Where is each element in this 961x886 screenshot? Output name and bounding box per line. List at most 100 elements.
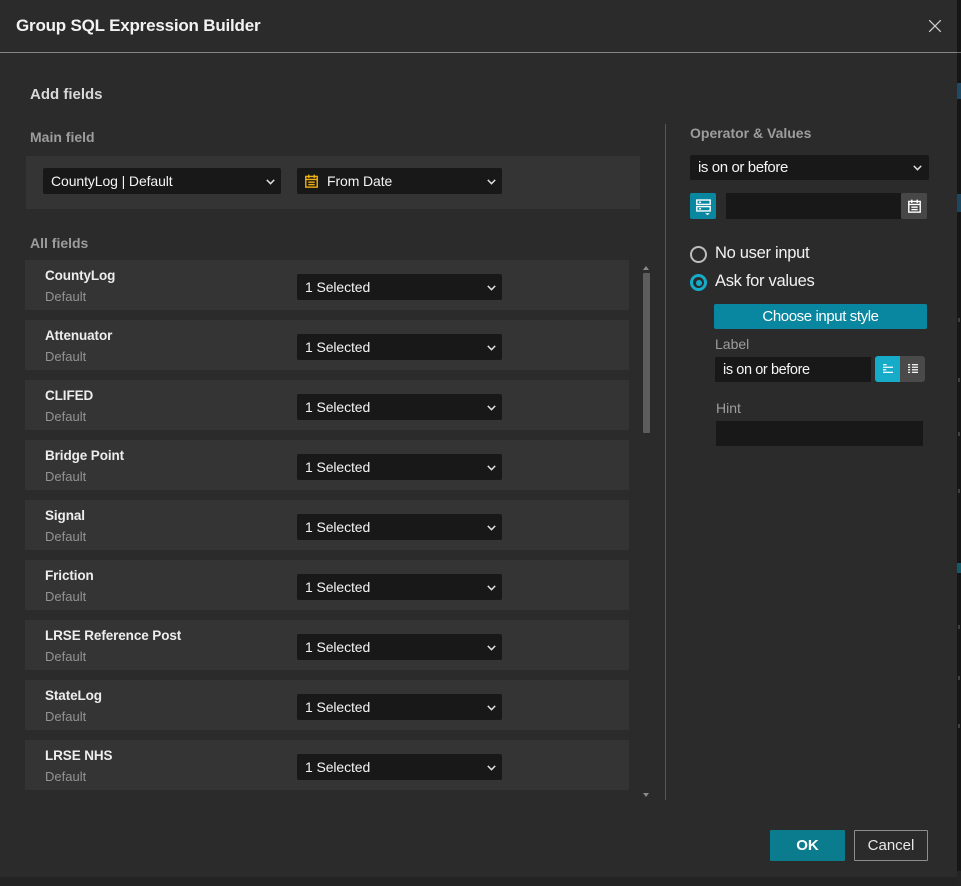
chevron-down-icon: [487, 285, 496, 291]
value-input[interactable]: [726, 193, 901, 219]
chevron-down-icon: [487, 345, 496, 351]
chevron-down-icon: [487, 765, 496, 771]
field-selection-select[interactable]: 1 Selected: [297, 274, 502, 300]
add-fields-heading: Add fields: [30, 86, 103, 103]
align-left-lines-icon: [881, 362, 895, 376]
field-selection-value: 1 Selected: [305, 579, 370, 595]
main-field-select-value: CountyLog | Default: [51, 173, 173, 189]
edge-artifact: [957, 563, 961, 573]
all-fields-list: CountyLog Default 1 Selected Attenuator …: [25, 260, 629, 800]
field-subtype: Default: [45, 589, 86, 604]
field-subtype: Default: [45, 529, 86, 544]
main-subfield-select-value: From Date: [327, 173, 392, 189]
chevron-down-icon: [487, 179, 496, 185]
scrollbar-down-arrow-icon[interactable]: [643, 793, 649, 797]
field-selection-select[interactable]: 1 Selected: [297, 334, 502, 360]
field-name: LRSE NHS: [45, 748, 112, 763]
label-input[interactable]: [715, 357, 871, 382]
field-subtype: Default: [45, 289, 86, 304]
field-selection-value: 1 Selected: [305, 519, 370, 535]
field-selection-select[interactable]: 1 Selected: [297, 454, 502, 480]
edge-artifact: [957, 83, 961, 99]
label-style-toggle-group: [875, 356, 925, 382]
chevron-down-icon: [487, 525, 496, 531]
field-subtype: Default: [45, 709, 86, 724]
field-row: Signal Default 1 Selected: [25, 500, 629, 550]
date-field-icon: [304, 174, 319, 189]
field-row: CountyLog Default 1 Selected: [25, 260, 629, 310]
choose-input-style-button[interactable]: Choose input style: [714, 304, 927, 329]
ask-for-values-radio[interactable]: Ask for values: [690, 273, 814, 292]
operator-select[interactable]: is on or before: [690, 155, 929, 180]
ask-for-values-label: Ask for values: [715, 272, 814, 291]
dialog-title: Group SQL Expression Builder: [16, 0, 260, 52]
chevron-down-icon: [487, 645, 496, 651]
edge-artifact: [958, 432, 960, 436]
field-selection-value: 1 Selected: [305, 279, 370, 295]
field-row: CLIFED Default 1 Selected: [25, 380, 629, 430]
chevron-down-icon: [266, 179, 275, 185]
date-picker-button[interactable]: [901, 193, 927, 219]
window-edge-right: [957, 0, 961, 886]
field-name: LRSE Reference Post: [45, 628, 181, 643]
chevron-down-icon: [487, 465, 496, 471]
main-subfield-select[interactable]: From Date: [297, 168, 502, 194]
cancel-button[interactable]: Cancel: [854, 830, 928, 861]
hint-label: Hint: [716, 400, 741, 416]
calendar-icon: [907, 199, 922, 214]
field-selection-value: 1 Selected: [305, 759, 370, 775]
no-user-input-radio[interactable]: No user input: [690, 245, 809, 264]
field-selection-select[interactable]: 1 Selected: [297, 394, 502, 420]
field-name: Bridge Point: [45, 448, 124, 463]
group-sql-expression-builder-dialog: Group SQL Expression Builder Add fields …: [0, 0, 957, 877]
all-fields-label: All fields: [30, 235, 88, 251]
field-selection-value: 1 Selected: [305, 699, 370, 715]
chevron-down-icon: [487, 405, 496, 411]
field-row: Attenuator Default 1 Selected: [25, 320, 629, 370]
main-field-label: Main field: [30, 129, 95, 145]
close-button[interactable]: [925, 16, 945, 36]
field-name: Signal: [45, 508, 85, 523]
field-name: Friction: [45, 568, 94, 583]
field-subtype: Default: [45, 409, 86, 424]
list-lines-icon: [906, 362, 920, 376]
field-selection-select[interactable]: 1 Selected: [297, 634, 502, 660]
edge-artifact: [958, 318, 960, 322]
field-name: CountyLog: [45, 268, 115, 283]
hint-input[interactable]: [716, 421, 923, 446]
list-label-toggle[interactable]: [900, 356, 925, 382]
edge-artifact: [958, 489, 960, 493]
field-selection-select[interactable]: 1 Selected: [297, 574, 502, 600]
field-name: StateLog: [45, 688, 102, 703]
ok-button[interactable]: OK: [770, 830, 845, 861]
window-edge-bottom: [0, 877, 957, 886]
values-from-data-button[interactable]: [690, 193, 716, 219]
no-user-input-label: No user input: [715, 244, 809, 263]
field-row: LRSE NHS Default 1 Selected: [25, 740, 629, 790]
edge-artifact: [957, 871, 961, 886]
edge-artifact: [958, 676, 960, 680]
field-row: LRSE Reference Post Default 1 Selected: [25, 620, 629, 670]
dialog-titlebar: Group SQL Expression Builder: [0, 0, 957, 53]
main-field-select[interactable]: CountyLog | Default: [43, 168, 281, 194]
single-line-label-toggle[interactable]: [875, 356, 900, 382]
field-selection-select[interactable]: 1 Selected: [297, 754, 502, 780]
radio-unselected-icon: [690, 246, 707, 263]
field-selection-select[interactable]: 1 Selected: [297, 694, 502, 720]
chevron-down-icon: [487, 585, 496, 591]
panel-separator: [665, 124, 666, 800]
close-icon: [927, 18, 943, 34]
scrollbar-up-arrow-icon[interactable]: [643, 266, 649, 270]
chevron-down-icon: [487, 705, 496, 711]
main-field-box: CountyLog | Default From Date: [26, 156, 640, 209]
field-selection-select[interactable]: 1 Selected: [297, 514, 502, 540]
edge-artifact: [958, 724, 960, 728]
operator-values-heading: Operator & Values: [690, 125, 811, 141]
field-name: Attenuator: [45, 328, 112, 343]
label-label: Label: [715, 336, 749, 352]
edge-artifact: [957, 194, 961, 212]
scrollbar-thumb[interactable]: [643, 273, 650, 433]
field-subtype: Default: [45, 349, 86, 364]
field-subtype: Default: [45, 769, 86, 784]
edge-artifact: [958, 378, 960, 382]
